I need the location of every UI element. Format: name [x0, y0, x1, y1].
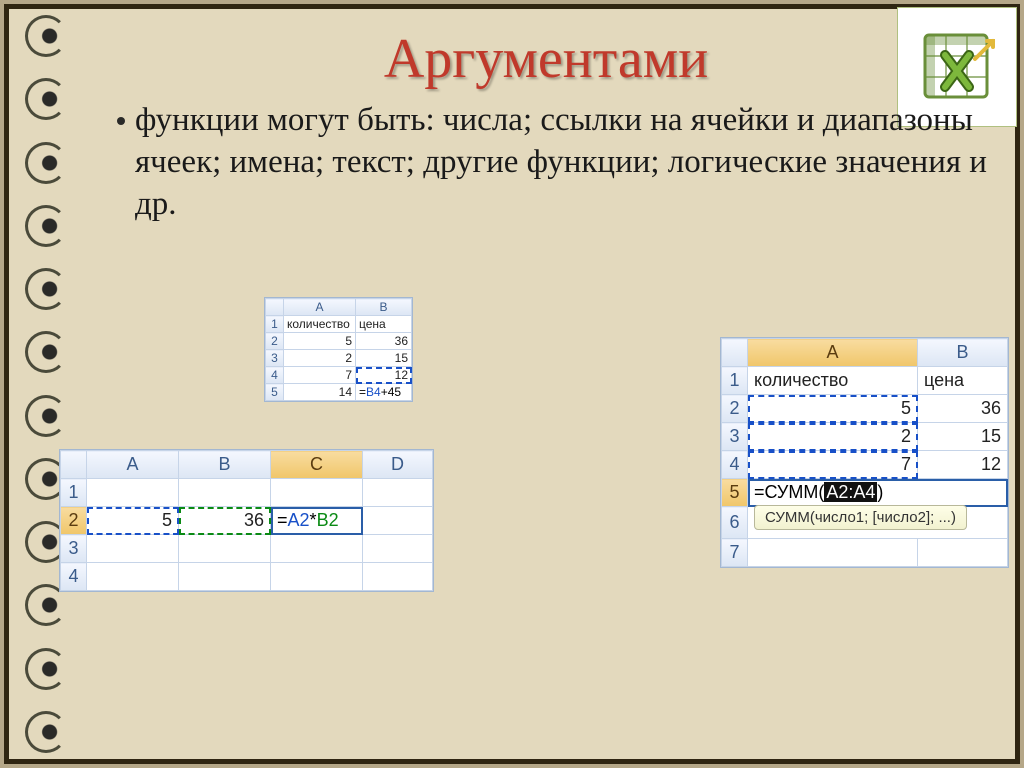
cell: 12	[918, 451, 1008, 479]
cell: 36	[918, 395, 1008, 423]
selected-range-text: A2:A4	[824, 482, 877, 502]
cell-in-range: 2	[748, 423, 918, 451]
spiral-binding	[25, 15, 75, 753]
cell: цена	[918, 367, 1008, 395]
cell-in-range: 5	[748, 395, 918, 423]
row-header: 2	[266, 333, 284, 350]
excel-snippet-1: AB 1количествоцена 2536 3215 4712 514 =B…	[264, 297, 413, 402]
row-header: 7	[722, 539, 748, 567]
formula-cell: =B4+45	[356, 384, 412, 401]
row-header: 4	[722, 451, 748, 479]
formula-cell: =СУММ(A2:A4)	[748, 479, 1008, 507]
cell: цена	[356, 316, 412, 333]
row-header-active: 2	[61, 507, 87, 535]
cell: 5	[284, 333, 356, 350]
col-header: A	[87, 451, 179, 479]
cell: 7	[284, 367, 356, 384]
row-header: 3	[722, 423, 748, 451]
excel-snippet-3: A B 1количествоцена 2536 3215 4712 5 =СУ…	[720, 337, 1009, 568]
row-header: 5	[266, 384, 284, 401]
row-header: 1	[61, 479, 87, 507]
bullet-item: функции могут быть: числа; ссылки на яче…	[89, 99, 1003, 226]
row-header: 4	[266, 367, 284, 384]
formula-cell: =A2*B2	[271, 507, 363, 535]
cell-referenced: 5	[87, 507, 179, 535]
slide-title: Аргументами	[89, 27, 1003, 91]
col-header: B	[356, 299, 412, 316]
col-header: D	[363, 451, 433, 479]
row-header: 6	[722, 507, 748, 539]
row-header: 1	[722, 367, 748, 395]
col-header: A	[284, 299, 356, 316]
bullet-icon	[117, 117, 125, 125]
cell: 14	[284, 384, 356, 401]
cell-referenced: 12	[356, 367, 412, 384]
row-header: 3	[61, 535, 87, 563]
col-header-active: C	[271, 451, 363, 479]
cell: количество	[284, 316, 356, 333]
col-header-active: A	[748, 339, 918, 367]
row-header: 4	[61, 563, 87, 591]
row-header: 1	[266, 316, 284, 333]
cell: 15	[918, 423, 1008, 451]
col-header: B	[179, 451, 271, 479]
row-header: 2	[722, 395, 748, 423]
cell-in-range: 7	[748, 451, 918, 479]
slide-content: Аргументами функции могут быть: числа; с…	[89, 17, 1003, 751]
row-header-active: 5	[722, 479, 748, 507]
col-header: B	[918, 339, 1008, 367]
function-tooltip: СУММ(число1; [число2]; ...)	[754, 505, 967, 530]
cell: 36	[356, 333, 412, 350]
row-header: 3	[266, 350, 284, 367]
cell: количество	[748, 367, 918, 395]
excel-snippet-2: A B C D 1 2 5 36 =A2*B2 3 4	[59, 449, 434, 592]
cell: 15	[356, 350, 412, 367]
cell-referenced: 36	[179, 507, 271, 535]
slide: Аргументами функции могут быть: числа; с…	[4, 4, 1020, 764]
cell: 2	[284, 350, 356, 367]
bullet-text: функции могут быть: числа; ссылки на яче…	[135, 99, 993, 226]
